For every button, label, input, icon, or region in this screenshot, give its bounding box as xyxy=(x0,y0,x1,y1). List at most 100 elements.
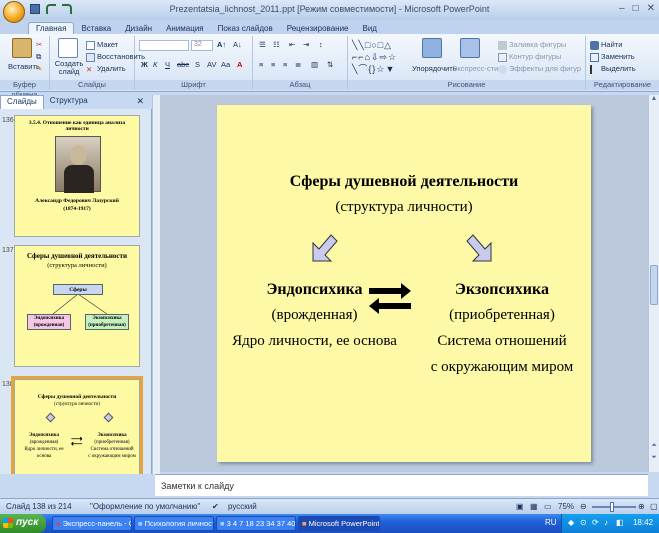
close-panel-icon[interactable]: ✕ xyxy=(136,96,144,107)
office-button[interactable] xyxy=(3,1,25,23)
spacing-icon[interactable]: AV xyxy=(207,60,216,69)
tray-icon[interactable]: ⊙ xyxy=(580,518,587,527)
language-indicator[interactable]: русский xyxy=(228,502,257,511)
slide-thumbnail-selected[interactable]: Сферы душевной деятельности (структура л… xyxy=(11,376,143,474)
arrange-icon[interactable] xyxy=(422,38,442,58)
current-slide[interactable]: Сферы душевной деятельности (структура л… xyxy=(217,105,591,462)
tab-slides[interactable]: Слайды xyxy=(0,95,44,109)
bold-icon[interactable]: Ж xyxy=(141,60,148,69)
editor-vertical-scrollbar[interactable]: ▲ ⏶ ⏷ xyxy=(648,95,659,472)
tab-animation[interactable]: Анимация xyxy=(159,23,211,34)
next-slide-icon[interactable]: ⏷ xyxy=(649,454,659,462)
tab-home[interactable]: Главная xyxy=(28,22,75,34)
replace-button[interactable]: Заменить xyxy=(590,52,635,62)
normal-view-icon[interactable]: ▣ xyxy=(516,502,524,511)
align-center-icon[interactable]: ≡ xyxy=(271,60,275,69)
tray-icon[interactable]: ◧ xyxy=(616,518,624,527)
new-slide-button[interactable]: Создать слайд xyxy=(54,60,84,76)
increase-indent-icon[interactable]: ⇥ xyxy=(303,40,309,49)
start-button[interactable]: пуск xyxy=(0,514,46,533)
zoom-in-icon[interactable]: ⊕ xyxy=(638,502,645,511)
tab-outline[interactable]: Структура xyxy=(44,95,94,109)
align-left-icon[interactable]: ≡ xyxy=(259,60,263,69)
underline-icon[interactable]: Ч xyxy=(165,60,170,69)
strikethrough-icon[interactable]: abc xyxy=(177,60,189,69)
new-slide-icon[interactable] xyxy=(58,38,78,58)
fit-slide-icon[interactable]: ▢ xyxy=(650,502,658,511)
left-description[interactable]: Ядро личности, ее основа xyxy=(217,333,412,350)
tab-view[interactable]: Вид xyxy=(356,23,384,34)
quick-styles-icon[interactable] xyxy=(460,38,480,58)
zoom-out-icon[interactable]: ⊖ xyxy=(580,502,587,511)
align-right-icon[interactable]: ≡ xyxy=(283,60,287,69)
sorter-view-icon[interactable]: ▦ xyxy=(530,502,538,511)
shapes-gallery[interactable]: ╲╲□○□△ ⌐⌐⌂⇩⇨☆ ╲⌒{}☆▼ xyxy=(352,39,412,75)
right-description-1[interactable]: Система отношений xyxy=(417,333,587,350)
slide-thumbnail[interactable]: 3.5.4. Отношение как единица анализа лич… xyxy=(14,115,140,237)
select-button[interactable]: Выделить xyxy=(590,64,636,74)
line-spacing-icon[interactable]: ↕ xyxy=(319,40,323,49)
find-button[interactable]: Найти xyxy=(590,40,622,50)
taskbar-item[interactable]: ■ 3 4 7 18 23 34 37 40 ... xyxy=(216,516,296,531)
spellcheck-icon[interactable]: ✔ xyxy=(212,502,219,511)
format-painter-icon[interactable]: ✎ xyxy=(36,64,42,73)
tab-design[interactable]: Дизайн xyxy=(118,23,159,34)
theme-name[interactable]: "Оформление по умолчанию" xyxy=(90,502,200,511)
right-description-2[interactable]: с окружающим миром xyxy=(417,359,587,376)
font-color-icon[interactable]: A xyxy=(237,60,242,69)
shape-fill-button[interactable]: Заливка фигуры xyxy=(498,40,566,50)
slide-subtitle[interactable]: (структура личности) xyxy=(217,199,591,216)
scroll-up-icon[interactable]: ▲ xyxy=(649,95,659,102)
cut-icon[interactable]: ✂ xyxy=(36,40,42,49)
slideshow-view-icon[interactable]: ▭ xyxy=(544,502,552,511)
decrease-indent-icon[interactable]: ⇤ xyxy=(289,40,295,49)
zoom-slider[interactable] xyxy=(592,502,636,512)
previous-slide-icon[interactable]: ⏶ xyxy=(649,442,659,450)
taskbar-item[interactable]: ● Экспресс-панель - О... xyxy=(52,516,132,531)
layout-button[interactable]: Макет xyxy=(86,40,118,50)
tray-icon[interactable]: ⟳ xyxy=(592,518,599,527)
bullets-icon[interactable]: ☰ xyxy=(259,40,266,49)
tray-icon[interactable]: ♪ xyxy=(604,518,608,527)
thumbnail-number: 138 xyxy=(2,381,14,388)
language-bar[interactable]: RU xyxy=(545,518,557,527)
tab-insert[interactable]: Вставка xyxy=(74,23,118,34)
italic-icon[interactable]: К xyxy=(153,60,157,69)
slide-thumbnail[interactable]: Сферы душевной деятельности (структура л… xyxy=(14,245,140,367)
zoom-slider-thumb[interactable] xyxy=(610,502,614,512)
font-name-combo[interactable] xyxy=(139,40,189,51)
thumbnails-scrollbar[interactable] xyxy=(152,95,160,475)
tab-review[interactable]: Рецензирование xyxy=(280,23,356,34)
shape-effects-button[interactable]: Эффекты для фигур xyxy=(498,64,581,74)
shrink-font-icon[interactable]: A↓ xyxy=(233,40,242,49)
tab-slideshow[interactable]: Показ слайдов xyxy=(211,23,280,34)
right-heading[interactable]: Экзопсихика xyxy=(417,281,587,299)
arrange-button[interactable]: Упорядочить xyxy=(412,64,457,73)
minimize-button[interactable]: – xyxy=(619,3,625,14)
slide-title[interactable]: Сферы душевной деятельности xyxy=(217,173,591,191)
justify-icon[interactable]: ≣ xyxy=(295,60,301,69)
shadow-icon[interactable]: S xyxy=(195,60,200,69)
layout-icon xyxy=(86,40,95,50)
columns-icon[interactable]: ▥ xyxy=(311,60,318,69)
clock[interactable]: 18:42 xyxy=(633,518,653,527)
shape-outline-button[interactable]: Контур фигуры xyxy=(498,52,561,62)
taskbar-item[interactable]: ■ Психология личност... xyxy=(134,516,214,531)
notes-pane[interactable]: Заметки к слайду xyxy=(155,474,648,496)
paste-icon[interactable] xyxy=(12,38,32,58)
grow-font-icon[interactable]: A↑ xyxy=(217,40,226,49)
copy-icon[interactable]: ⧉ xyxy=(36,52,41,62)
numbering-icon[interactable]: ☷ xyxy=(273,40,280,49)
taskbar-item-active[interactable]: ■ Microsoft PowerPoint ... xyxy=(298,516,380,531)
right-sub[interactable]: (приобретенная) xyxy=(417,307,587,324)
close-button[interactable]: ✕ xyxy=(647,3,655,14)
font-size-combo[interactable]: 32 xyxy=(191,40,213,51)
zoom-level[interactable]: 75% xyxy=(558,502,574,511)
text-direction-icon[interactable]: ⇅ xyxy=(327,60,333,69)
scroll-thumb[interactable] xyxy=(650,265,658,305)
change-case-icon[interactable]: Aa xyxy=(221,60,230,69)
maximize-button[interactable]: □ xyxy=(633,3,639,14)
slide-counter: Слайд 138 из 214 xyxy=(6,502,72,511)
delete-slide-button[interactable]: ✕ Удалить xyxy=(86,64,126,74)
tray-icon[interactable]: ◆ xyxy=(568,518,574,527)
